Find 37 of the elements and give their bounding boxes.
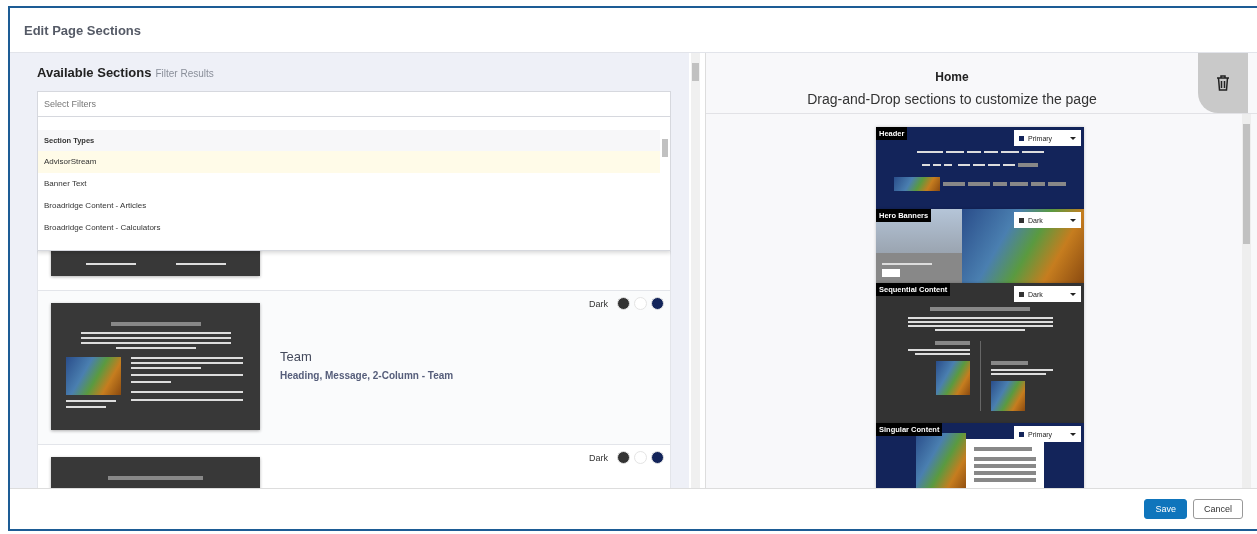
scrollbar[interactable] — [1242, 114, 1251, 488]
trash-icon — [1216, 75, 1230, 91]
color-square-icon — [1019, 291, 1024, 297]
save-button[interactable]: Save — [1144, 499, 1187, 519]
photo-placeholder — [990, 381, 1025, 411]
photo-placeholder — [894, 177, 940, 191]
photo-placeholder — [935, 361, 970, 395]
color-swatch[interactable] — [617, 451, 630, 464]
dropdown-option[interactable]: Broadridge Content - Articles — [38, 195, 660, 217]
filter-field[interactable]: Select Filters — [37, 91, 671, 117]
panel-heading: Available Sections — [37, 65, 152, 80]
caret-icon — [1070, 218, 1076, 222]
theme-label: Dark — [589, 298, 608, 309]
instruction-text: Drag-and-Drop sections to customize the page — [807, 91, 1097, 107]
section-description: Heading, Message, 2-Column - Team — [280, 370, 454, 381]
dropdown-option[interactable]: Banner Text — [38, 173, 660, 195]
caret-icon — [1070, 432, 1076, 436]
color-square-icon — [1019, 135, 1024, 141]
theme-label: Dark — [589, 452, 608, 463]
caret-icon — [1070, 292, 1076, 296]
photo-placeholder — [916, 433, 966, 488]
caret-icon — [1070, 136, 1076, 140]
color-swatch[interactable] — [634, 451, 647, 464]
cancel-button[interactable]: Cancel — [1193, 499, 1243, 519]
color-swatch[interactable] — [617, 297, 630, 310]
color-swatch[interactable] — [634, 297, 647, 310]
section-title: Team — [280, 349, 313, 364]
dialog-title: Edit Page Sections — [24, 22, 142, 38]
color-swatch[interactable] — [651, 451, 664, 464]
dropdown-option[interactable]: Broadridge Content - Calculators — [38, 217, 660, 239]
color-square-icon — [1019, 217, 1024, 223]
color-swatch[interactable] — [651, 297, 664, 310]
dropdown-option[interactable]: AdvisorStream — [38, 151, 660, 173]
delete-button[interactable] — [1198, 53, 1248, 113]
page-title: Home — [935, 70, 969, 84]
scrollbar[interactable] — [691, 53, 700, 488]
color-square-icon — [1019, 431, 1024, 437]
